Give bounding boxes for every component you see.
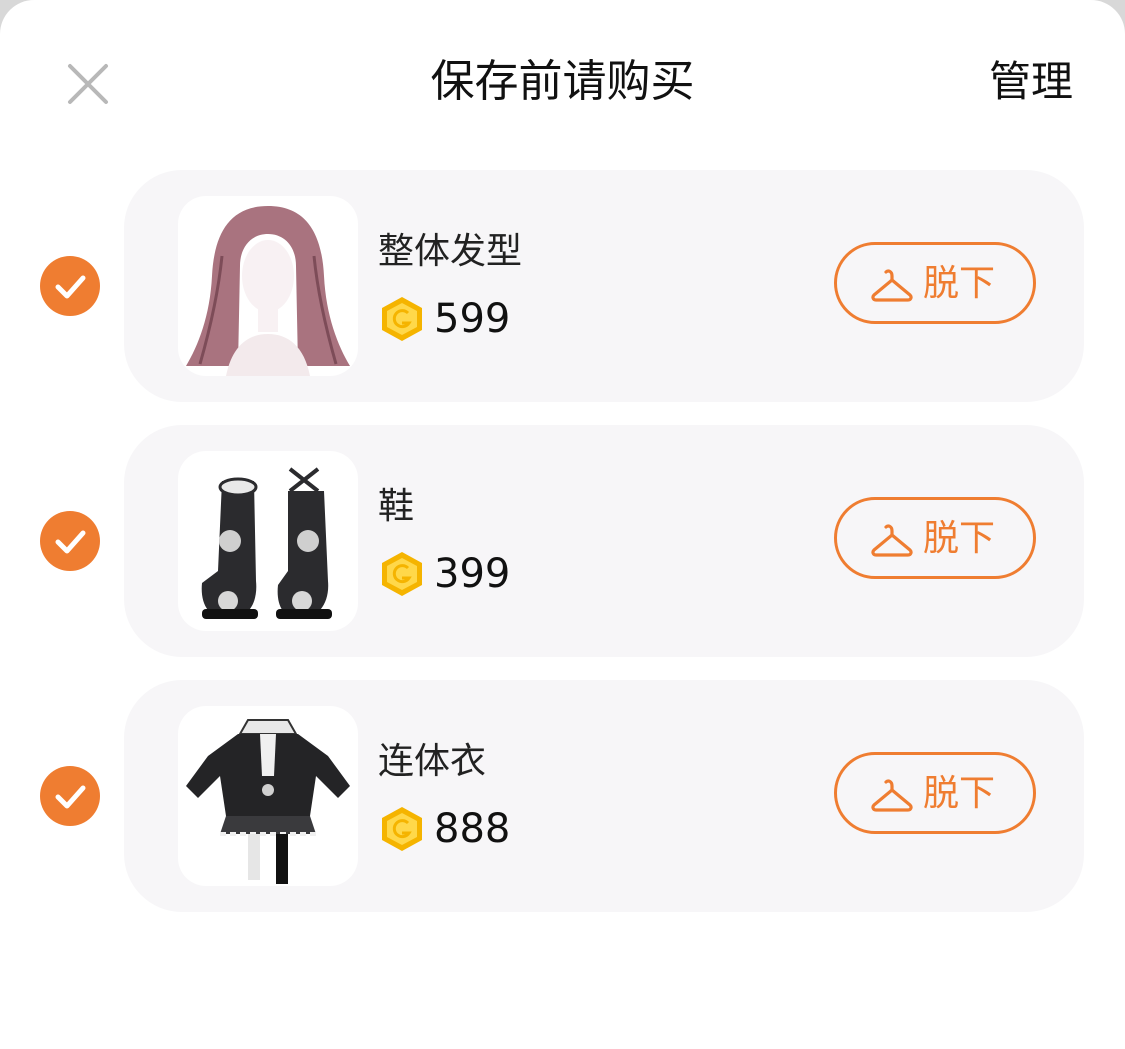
check-icon xyxy=(55,530,86,554)
take-off-button[interactable]: 脱下 xyxy=(834,497,1036,579)
boots-icon xyxy=(178,451,358,631)
check-icon xyxy=(55,785,86,809)
check-icon xyxy=(55,275,86,299)
item-card: 整体发型 599 脱下 xyxy=(124,170,1084,402)
hanger-icon xyxy=(871,269,913,302)
item-list: 整体发型 599 脱下 鞋 399 脱下 连体衣 888 脱下 xyxy=(0,170,1125,935)
coin-icon xyxy=(382,297,422,341)
list-item: 连体衣 888 脱下 xyxy=(0,680,1125,935)
hanger-icon xyxy=(871,779,913,812)
price-value: 599 xyxy=(434,296,511,342)
coin-icon xyxy=(382,552,422,596)
list-item: 整体发型 599 脱下 xyxy=(0,170,1125,425)
take-off-label: 脱下 xyxy=(923,773,996,814)
item-card: 连体衣 888 脱下 xyxy=(124,680,1084,912)
coin-icon xyxy=(382,807,422,851)
manage-button[interactable]: 管理 xyxy=(989,52,1073,112)
select-checkbox[interactable] xyxy=(40,256,100,316)
page-title: 保存前请购买 xyxy=(430,56,695,107)
list-item: 鞋 399 脱下 xyxy=(0,425,1125,680)
price-value: 888 xyxy=(434,806,511,852)
select-checkbox[interactable] xyxy=(40,511,100,571)
item-card: 鞋 399 脱下 xyxy=(124,425,1084,657)
take-off-button[interactable]: 脱下 xyxy=(834,242,1036,324)
outfit-icon xyxy=(178,706,358,886)
select-checkbox[interactable] xyxy=(40,766,100,826)
take-off-button[interactable]: 脱下 xyxy=(834,752,1036,834)
price-value: 399 xyxy=(434,551,511,597)
item-name: 连体衣 xyxy=(378,741,487,782)
item-name: 整体发型 xyxy=(378,231,523,272)
take-off-label: 脱下 xyxy=(923,518,996,559)
hanger-icon xyxy=(871,524,913,557)
long-hair-icon xyxy=(178,196,358,376)
take-off-label: 脱下 xyxy=(923,263,996,304)
item-name: 鞋 xyxy=(378,486,415,527)
purchase-sheet: 保存前请购买 管理 整体发型 599 脱下 鞋 399 脱下 连体衣 888 脱… xyxy=(0,0,1125,1049)
